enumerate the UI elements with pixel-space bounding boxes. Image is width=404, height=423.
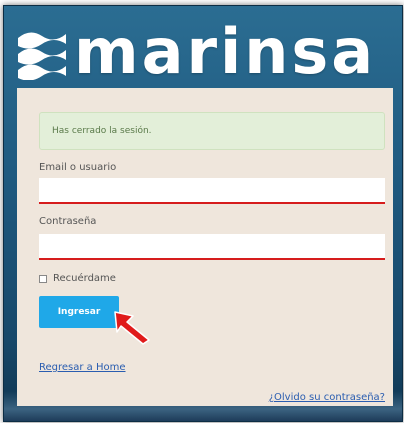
remember-label: Recuérdame bbox=[53, 273, 116, 284]
email-field[interactable] bbox=[39, 178, 385, 204]
logout-alert: Has cerrado la sesión. bbox=[39, 112, 385, 150]
login-button[interactable]: Ingresar bbox=[39, 296, 119, 328]
brand-name: marinsa bbox=[74, 15, 377, 88]
login-window: marinsa Has cerrado la sesión. Email o u… bbox=[3, 5, 403, 422]
forgot-password-link[interactable]: ¿Olvido su contraseña? bbox=[269, 392, 385, 403]
login-screen: marinsa Has cerrado la sesión. Email o u… bbox=[0, 0, 404, 423]
waves-icon bbox=[18, 32, 66, 80]
alert-message: Has cerrado la sesión. bbox=[52, 126, 152, 136]
back-home-link[interactable]: Regresar a Home bbox=[39, 362, 126, 373]
remember-me[interactable]: Recuérdame bbox=[39, 273, 116, 284]
password-field[interactable] bbox=[39, 234, 385, 260]
login-card: Has cerrado la sesión. Email o usuario C… bbox=[17, 88, 393, 406]
brand-logo: marinsa bbox=[16, 16, 376, 88]
remember-checkbox[interactable] bbox=[39, 274, 47, 283]
password-label: Contraseña bbox=[39, 216, 97, 227]
pointer-arrow-icon bbox=[114, 311, 150, 345]
email-label: Email o usuario bbox=[39, 162, 117, 173]
